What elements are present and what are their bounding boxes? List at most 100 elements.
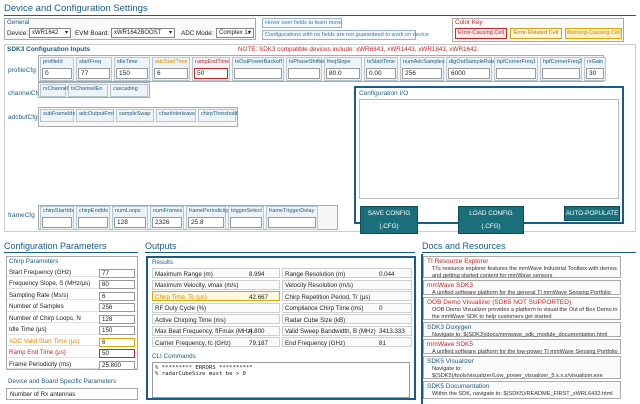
adc-mode-select[interactable]: Complex 1x ▾ <box>216 28 254 38</box>
param-input[interactable]: 6000 <box>448 68 490 79</box>
profile-cell-adcstarttime[interactable]: adcStartTime 6 <box>152 57 190 81</box>
frame-cell-triggerselect[interactable]: triggerSelect <box>228 206 264 230</box>
param-input[interactable] <box>42 217 72 228</box>
frame-cell-frameperiodicity[interactable]: framePeriodicity 25.8 <box>186 206 228 230</box>
chirp-param-label: Ramp End Time (μs) <box>9 349 66 356</box>
doc-item[interactable]: mmWave SDK5 A unified software platform f… <box>423 339 621 355</box>
config-io-label: Configuration I/O <box>359 90 409 97</box>
evm-select[interactable]: xWR1642BOOST ▾ <box>111 28 175 38</box>
doc-item[interactable]: SDK5 Documentation Within the SDK, naviga… <box>423 381 621 399</box>
config-textarea[interactable] <box>359 99 619 199</box>
rx-antennas-label: Number of Rx antennas <box>10 391 76 398</box>
profile-cell-txphaseshifter[interactable]: txPhaseShifter <box>286 57 325 81</box>
param-input[interactable] <box>542 68 580 79</box>
param-input[interactable]: 0 <box>42 68 72 79</box>
doc-item-title[interactable]: mmWave SDK3 <box>427 282 473 289</box>
doc-item-desc: A unified software platform for the gene… <box>432 290 611 296</box>
param-input[interactable]: 80.0 <box>326 68 360 79</box>
doc-item[interactable]: OOB Demo Visualizer (SDK5 NOT SUPPORTED)… <box>423 297 621 320</box>
chirp-param-input[interactable]: 80 <box>99 280 135 289</box>
color-key-panel: Color Key Error-Causing Cell Error-Relat… <box>452 18 624 42</box>
profile-cell-numadcsamples[interactable]: numAdcSamples 256 <box>400 57 445 81</box>
chirp-param-label: Start Frequency (GHz) <box>9 268 72 276</box>
param-input[interactable]: 150 <box>116 68 148 79</box>
param-input[interactable] <box>268 217 316 228</box>
chirp-param-input[interactable]: 77 <box>99 268 135 278</box>
cli-output[interactable]: % ********* ERRORS ********** % radarCub… <box>152 362 410 398</box>
profile-cell-digoutsamplerate[interactable]: digOutSampleRate 6000 <box>446 57 495 81</box>
profile-cell-idletime[interactable]: idleTime 150 <box>114 57 150 81</box>
frame-cell-numframes[interactable]: numFrames 2326 <box>150 206 184 230</box>
param-input[interactable] <box>230 217 262 228</box>
save-config-button[interactable]: SAVE CONFIG (.CFG) <box>360 206 418 234</box>
doc-item-title[interactable]: SDK5 Documentation <box>427 383 490 390</box>
chirp-param-input[interactable]: 25.800 <box>99 360 135 370</box>
load-config-button[interactable]: LOAD CONFIG (.CFG) <box>458 206 524 234</box>
chirp-param-input[interactable]: 256 <box>99 303 135 312</box>
doc-item[interactable]: mmWave SDK3 A unified software platform f… <box>423 280 621 296</box>
profile-cell-hpfcornerfreq1[interactable]: hpfCornerFreq1 <box>494 57 538 81</box>
param-label: triggerSelect <box>231 208 262 214</box>
doc-item-desc: A unified software platform for the low-… <box>432 349 618 355</box>
result-label: Radar Cube Size (kB) <box>285 316 346 324</box>
param-input[interactable] <box>496 68 536 79</box>
adc-mode-label: ADC Mode: <box>181 30 214 37</box>
frame-cell-chirpendidx[interactable]: chirpEndIdx <box>76 206 110 230</box>
param-input[interactable]: 30 <box>586 68 604 79</box>
result-row: Chirp Time, Tc (μs) 42.667 <box>152 291 280 301</box>
rx-channel-en-cell[interactable]: rxChannelEn <box>40 84 75 97</box>
sample-swap-cell[interactable]: sampleSwap <box>116 109 154 122</box>
profile-cell-hpfcornerfreq2[interactable]: hpfCornerFreq2 <box>540 57 582 81</box>
profile-cell-txoutpowerbackoff[interactable]: txOutPowerBackoff <box>232 57 284 81</box>
doc-item[interactable]: SDK3 Doxygen Navigate to: $(SDK3)/docs/mm… <box>423 322 621 338</box>
chirp-param-label: Sampling Rate (Ms/s) <box>9 291 69 299</box>
param-label: numFrames <box>153 208 183 214</box>
tx-channel-en-cell[interactable]: txChannelEn <box>68 84 108 97</box>
profile-cell-startfreq[interactable]: startFreq 77 <box>76 57 112 81</box>
doc-item[interactable]: TI Resource Explorer TI's resource explor… <box>423 256 621 279</box>
frame-cell-chirpstartidx[interactable]: chirpStartIdx <box>40 206 74 230</box>
doc-item-title[interactable]: OOB Demo Visualizer (SDK5 NOT SUPPORTED) <box>427 299 571 306</box>
chirp-param-input[interactable]: 150 <box>99 326 135 335</box>
chirp-threshold-cell[interactable]: chirpThreshold <box>198 109 237 122</box>
chirp-param-row: ADC Valid Start Time (μs) 6 <box>7 336 137 347</box>
param-input[interactable]: 6 <box>154 68 188 79</box>
doc-item-title[interactable]: SDK5 Visualizer <box>427 358 474 365</box>
param-input[interactable]: 2326 <box>152 217 182 228</box>
param-input[interactable]: 25.8 <box>188 217 224 228</box>
doc-item[interactable]: SDK5 Visualizer Navigate to: $(SDK5)/tool… <box>423 356 621 379</box>
chirp-param-input[interactable]: 50 <box>99 349 135 358</box>
doc-item-title[interactable]: SDK3 Doxygen <box>427 324 471 331</box>
profile-cell-rampendtime[interactable]: rampEndTime 50 <box>192 57 230 81</box>
param-input[interactable] <box>78 217 108 228</box>
profile-cell-profileid[interactable]: profileId 0 <box>40 57 74 81</box>
param-input[interactable]: 128 <box>114 217 146 228</box>
param-input[interactable] <box>234 68 282 79</box>
chirp-param-input[interactable]: 6 <box>99 291 135 301</box>
result-row: Chirp Repetition Period, Tr (μs) <box>282 291 412 301</box>
profile-cell-freqslope[interactable]: freqSlope 80.0 <box>324 57 362 81</box>
param-input[interactable]: 50 <box>194 68 228 79</box>
frame-cell-frametriggerdelay[interactable]: frameTriggerDelay <box>266 206 318 230</box>
doc-item-title[interactable]: TI Resource Explorer <box>427 258 488 265</box>
doc-item-title[interactable]: mmWave SDK5 <box>427 341 473 348</box>
subframe-idx-cell[interactable]: subFrameIdx <box>40 109 75 122</box>
param-label: hpfCornerFreq2 <box>543 59 582 65</box>
device-select[interactable]: xWR1642 ▾ <box>29 28 71 38</box>
auto-populate-button[interactable]: AUTO-POPULATE <box>564 206 620 221</box>
param-input[interactable] <box>288 68 320 79</box>
cascading-cell[interactable]: cascading <box>110 84 148 97</box>
profile-cell-txstarttime[interactable]: txStartTime 0.00 <box>364 57 398 81</box>
profile-cell-rxgain[interactable]: rxGain 30 <box>584 57 606 81</box>
chan-interleave-cell[interactable]: chanInterleave <box>156 109 196 122</box>
param-label: chirpStartIdx <box>43 208 74 214</box>
param-input[interactable]: 77 <box>78 68 110 79</box>
chirp-param-input[interactable]: 6 <box>99 337 135 347</box>
chirp-param-input[interactable]: 128 <box>99 314 135 324</box>
adc-output-fmt-cell[interactable]: adcOutputFmt <box>76 109 114 122</box>
param-input[interactable]: 0.00 <box>366 68 396 79</box>
param-input[interactable]: 256 <box>402 68 442 79</box>
result-row: Velocity Resolution (m/s) <box>282 279 412 290</box>
general-label: General <box>7 19 30 26</box>
frame-cell-numloops[interactable]: numLoops 128 <box>112 206 148 230</box>
